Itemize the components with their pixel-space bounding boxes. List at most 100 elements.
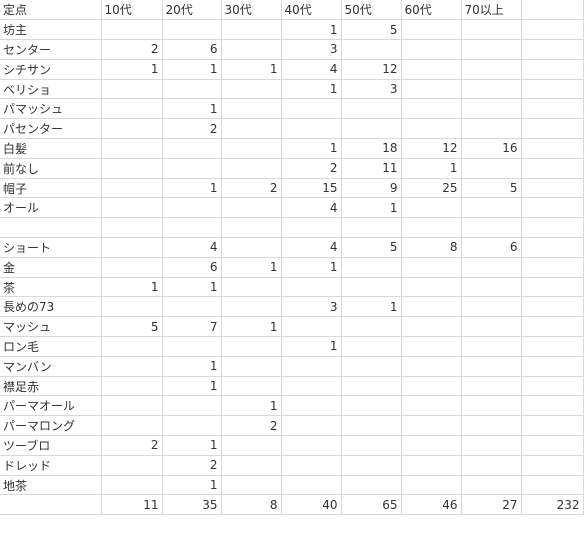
value-cell[interactable] — [221, 118, 282, 140]
value-cell[interactable] — [101, 395, 163, 417]
value-cell[interactable] — [461, 296, 522, 318]
value-cell[interactable] — [101, 118, 163, 140]
value-cell[interactable] — [101, 296, 163, 318]
value-cell[interactable] — [281, 217, 342, 239]
row-label-cell[interactable]: 前なし — [0, 158, 102, 179]
row-label-cell[interactable]: ショート — [0, 237, 102, 258]
value-cell[interactable] — [521, 59, 584, 80]
row-label-cell[interactable]: マンバン — [0, 356, 102, 377]
value-cell[interactable]: 25 — [401, 178, 462, 199]
value-cell[interactable] — [341, 277, 402, 298]
value-cell[interactable]: 2 — [162, 118, 222, 140]
value-cell[interactable] — [401, 376, 462, 397]
value-cell[interactable] — [401, 59, 462, 80]
value-cell[interactable]: 1 — [162, 178, 222, 199]
value-cell[interactable] — [221, 356, 282, 377]
value-cell[interactable] — [341, 336, 402, 357]
value-cell[interactable]: 11 — [101, 494, 163, 516]
value-cell[interactable]: 2 — [162, 455, 222, 476]
value-cell[interactable]: 1 — [162, 98, 222, 120]
value-cell[interactable] — [341, 98, 402, 120]
value-cell[interactable] — [521, 316, 584, 338]
value-cell[interactable] — [281, 395, 342, 417]
value-cell[interactable] — [341, 217, 402, 239]
value-cell[interactable] — [341, 455, 402, 476]
value-cell[interactable]: 3 — [281, 296, 342, 318]
value-cell[interactable]: 8 — [221, 494, 282, 516]
value-cell[interactable]: 65 — [341, 494, 402, 516]
value-cell[interactable] — [461, 356, 522, 377]
value-cell[interactable] — [281, 277, 342, 298]
value-cell[interactable] — [221, 98, 282, 120]
value-cell[interactable]: 1 — [281, 257, 342, 278]
value-cell[interactable] — [461, 19, 522, 41]
value-cell[interactable] — [461, 435, 522, 456]
value-cell[interactable]: 1 — [162, 356, 222, 377]
value-cell[interactable] — [521, 178, 584, 199]
value-cell[interactable] — [221, 277, 282, 298]
value-cell[interactable]: 1 — [341, 197, 402, 219]
value-cell[interactable] — [162, 158, 222, 179]
value-cell[interactable]: 11 — [341, 158, 402, 179]
value-cell[interactable]: 1 — [281, 19, 342, 41]
value-cell[interactable] — [521, 39, 584, 60]
value-cell[interactable] — [461, 336, 522, 357]
value-cell[interactable] — [101, 217, 163, 239]
value-cell[interactable] — [341, 415, 402, 437]
value-cell[interactable]: 232 — [521, 494, 584, 516]
value-cell[interactable] — [162, 395, 222, 417]
value-cell[interactable] — [401, 257, 462, 278]
row-label-cell[interactable] — [0, 494, 102, 516]
value-cell[interactable] — [401, 277, 462, 298]
value-cell[interactable] — [401, 316, 462, 338]
value-cell[interactable] — [281, 475, 342, 496]
value-cell[interactable] — [521, 19, 584, 41]
row-label-cell[interactable]: 帽子 — [0, 178, 102, 199]
row-label-cell[interactable]: 地茶 — [0, 475, 102, 496]
value-cell[interactable]: 3 — [341, 79, 402, 100]
column-header-cell[interactable]: 20代 — [162, 0, 222, 21]
value-cell[interactable] — [521, 435, 584, 456]
value-cell[interactable] — [101, 415, 163, 437]
value-cell[interactable] — [341, 475, 402, 496]
value-cell[interactable] — [521, 415, 584, 437]
value-cell[interactable] — [221, 376, 282, 397]
value-cell[interactable] — [521, 237, 584, 258]
value-cell[interactable] — [101, 475, 163, 496]
value-cell[interactable] — [281, 415, 342, 437]
value-cell[interactable] — [521, 98, 584, 120]
value-cell[interactable] — [521, 376, 584, 397]
value-cell[interactable] — [521, 356, 584, 377]
value-cell[interactable] — [461, 98, 522, 120]
value-cell[interactable]: 12 — [401, 138, 462, 159]
value-cell[interactable]: 4 — [281, 237, 342, 258]
value-cell[interactable] — [461, 277, 522, 298]
column-header-cell[interactable]: 10代 — [101, 0, 163, 21]
row-label-cell[interactable]: 白髪 — [0, 138, 102, 159]
value-cell[interactable] — [101, 455, 163, 476]
row-label-cell[interactable]: 長めの73 — [0, 296, 102, 318]
value-cell[interactable]: 12 — [341, 59, 402, 80]
value-cell[interactable]: 1 — [221, 59, 282, 80]
value-cell[interactable]: 4 — [162, 237, 222, 258]
value-cell[interactable]: 27 — [461, 494, 522, 516]
value-cell[interactable]: 5 — [461, 178, 522, 199]
value-cell[interactable] — [221, 138, 282, 159]
value-cell[interactable] — [401, 475, 462, 496]
value-cell[interactable] — [162, 296, 222, 318]
row-label-cell[interactable]: センター — [0, 39, 102, 60]
value-cell[interactable]: 8 — [401, 237, 462, 258]
value-cell[interactable] — [341, 376, 402, 397]
value-cell[interactable] — [162, 336, 222, 357]
value-cell[interactable] — [341, 39, 402, 60]
value-cell[interactable] — [162, 19, 222, 41]
column-header-cell[interactable] — [521, 0, 584, 21]
row-label-cell[interactable]: パセンター — [0, 118, 102, 140]
value-cell[interactable]: 1 — [341, 296, 402, 318]
value-cell[interactable]: 2 — [221, 178, 282, 199]
column-header-cell[interactable]: 70以上 — [461, 0, 522, 21]
value-cell[interactable] — [221, 19, 282, 41]
value-cell[interactable] — [461, 79, 522, 100]
value-cell[interactable] — [341, 435, 402, 456]
value-cell[interactable]: 2 — [281, 158, 342, 179]
